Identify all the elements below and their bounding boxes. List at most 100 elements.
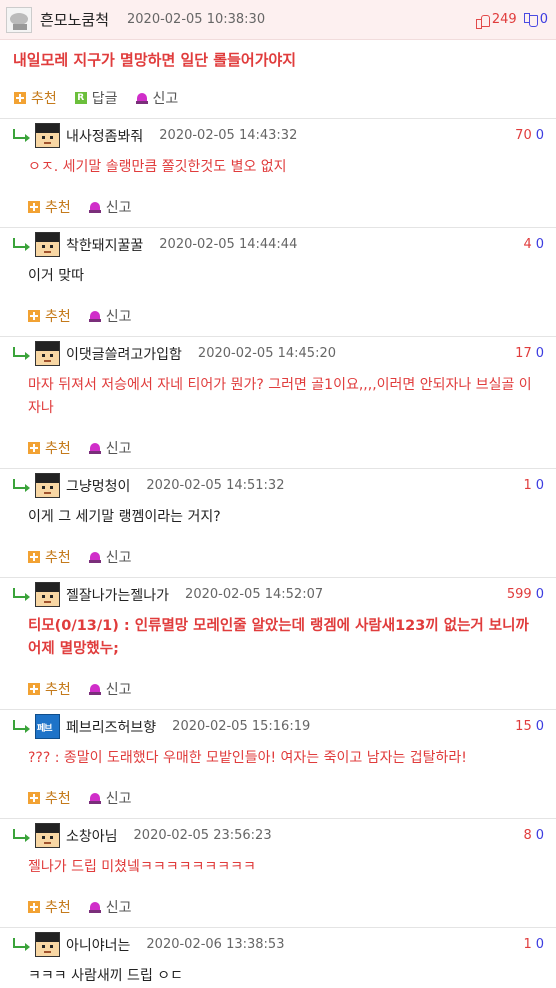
recommend-label: 추천 bbox=[31, 90, 57, 107]
avatar[interactable]: 페브 bbox=[35, 714, 60, 739]
recommend-button[interactable]: 추천 bbox=[28, 306, 71, 326]
comment-nickname[interactable]: 젤잘나가는젤나가 bbox=[66, 585, 169, 605]
comment-date: 2020-02-05 14:51:32 bbox=[146, 478, 285, 493]
downvote-count: 0 bbox=[535, 237, 544, 252]
recommend-button[interactable]: 추천 bbox=[28, 897, 71, 917]
siren-icon bbox=[88, 683, 101, 695]
comment-body: 티모(0/13/1) : 인류멸망 모레인줄 알았는데 랭겜에 사람새123끼 … bbox=[28, 618, 529, 657]
recommend-label: 추천 bbox=[45, 441, 71, 457]
recommend-label: 추천 bbox=[45, 550, 71, 566]
comment-body: 이거 맞따 bbox=[28, 268, 84, 284]
plus-icon bbox=[28, 201, 40, 213]
author-nickname[interactable]: 흔모노쿰척 bbox=[40, 9, 109, 30]
comment-nickname[interactable]: 아니야너는 bbox=[66, 935, 130, 955]
recommend-button[interactable]: 추천 bbox=[28, 197, 71, 217]
report-button[interactable]: 신고 bbox=[88, 788, 132, 808]
main-post-header: 흔모노쿰척 2020-02-05 10:38:30 249 0 bbox=[0, 0, 556, 40]
reply-arrow-icon bbox=[12, 346, 30, 361]
report-label: 신고 bbox=[105, 200, 132, 216]
post-actions: 추천 R 답글 신고 bbox=[0, 77, 556, 119]
plus-icon bbox=[28, 442, 40, 454]
report-label: 신고 bbox=[105, 682, 132, 698]
comment-list: 내사정좀봐줘 2020-02-05 14:43:32 70 0 ㅇㅈ. 세기말 솔… bbox=[0, 119, 556, 988]
comment-votes: 80 bbox=[523, 828, 544, 843]
avatar[interactable] bbox=[35, 232, 60, 257]
siren-icon bbox=[135, 91, 148, 104]
report-button[interactable]: 신고 bbox=[88, 547, 132, 567]
plus-icon bbox=[28, 792, 40, 804]
upvote-count: 4 bbox=[523, 237, 532, 252]
upvote-count: 70 bbox=[515, 128, 532, 143]
comment-votes: 17 0 bbox=[515, 346, 544, 361]
upvote-count: 249 bbox=[491, 12, 517, 27]
comment-item: 착한돼지꿀꿀 2020-02-05 14:44:44 40 이거 맞따 추천 신… bbox=[0, 228, 556, 337]
recommend-button[interactable]: 추천 bbox=[28, 438, 71, 458]
plus-icon bbox=[28, 551, 40, 563]
upvote-count: 1 bbox=[523, 478, 532, 493]
comment-item: 아니야너는 2020-02-06 13:38:53 10 ㅋㅋㅋ 사람새끼 드립… bbox=[0, 928, 556, 988]
comment-votes: 40 bbox=[523, 237, 544, 252]
comment-nickname[interactable]: 이댓글쓸려고가입함 bbox=[66, 344, 182, 364]
report-button[interactable]: 신고 bbox=[135, 88, 179, 108]
post-body: 내일모레 지구가 멸망하면 일단 롤들어가야지 bbox=[13, 51, 297, 69]
report-label: 신고 bbox=[105, 900, 132, 916]
upvote-count: 15 bbox=[515, 719, 532, 734]
plus-icon bbox=[28, 310, 40, 322]
comment-body: ㅇㅈ. 세기말 솔랭만큼 쫄깃한것도 별오 없지 bbox=[28, 159, 287, 175]
avatar[interactable] bbox=[35, 582, 60, 607]
comment-date: 2020-02-06 13:38:53 bbox=[146, 937, 285, 952]
post-votes: 249 0 bbox=[475, 12, 548, 29]
comment-nickname[interactable]: 페브리즈허브향 bbox=[66, 717, 156, 737]
main-post: 흔모노쿰척 2020-02-05 10:38:30 249 0 내일모레 지구가… bbox=[0, 0, 556, 119]
report-button[interactable]: 신고 bbox=[88, 438, 132, 458]
avatar[interactable] bbox=[35, 932, 60, 957]
downvote-count: 0 bbox=[535, 719, 544, 734]
report-button[interactable]: 신고 bbox=[88, 897, 132, 917]
comment-item: 이댓글쓸려고가입함 2020-02-05 14:45:20 17 0 마자 뒤져서… bbox=[0, 337, 556, 469]
post-date: 2020-02-05 10:38:30 bbox=[127, 12, 266, 27]
recommend-label: 추천 bbox=[45, 900, 71, 916]
reply-arrow-icon bbox=[12, 478, 30, 493]
comment-nickname[interactable]: 내사정좀봐줘 bbox=[66, 126, 143, 146]
avatar[interactable] bbox=[35, 473, 60, 498]
reply-arrow-icon bbox=[12, 237, 30, 252]
comment-item: 페브 페브리즈허브향 2020-02-05 15:16:19 15 0 ??? :… bbox=[0, 710, 556, 819]
siren-icon bbox=[88, 310, 101, 322]
avatar[interactable] bbox=[35, 341, 60, 366]
comment-body: ㅋㅋㅋ 사람새끼 드립 ㅇㄷ bbox=[28, 968, 184, 984]
comment-date: 2020-02-05 14:43:32 bbox=[159, 128, 298, 143]
reply-icon: R bbox=[74, 91, 87, 104]
comment-body: 마자 뒤져서 저승에서 자네 티어가 뭔가? 그러면 골1이요,,,,이러면 안… bbox=[28, 377, 532, 416]
recommend-label: 추천 bbox=[45, 682, 71, 698]
comment-date: 2020-02-05 14:44:44 bbox=[159, 237, 298, 252]
report-label: 신고 bbox=[152, 90, 179, 107]
recommend-button[interactable]: 추천 bbox=[28, 547, 71, 567]
avatar[interactable] bbox=[35, 123, 60, 148]
downvote-count: 0 bbox=[539, 12, 548, 27]
comment-nickname[interactable]: 소창아님 bbox=[66, 826, 118, 846]
report-button[interactable]: 신고 bbox=[88, 306, 132, 326]
report-button[interactable]: 신고 bbox=[88, 197, 132, 217]
recommend-label: 추천 bbox=[45, 200, 71, 216]
reply-arrow-icon bbox=[12, 828, 30, 843]
recommend-button[interactable]: 추천 bbox=[14, 88, 57, 108]
report-button[interactable]: 신고 bbox=[88, 679, 132, 699]
report-label: 신고 bbox=[105, 550, 132, 566]
comment-nickname[interactable]: 그냥멍청이 bbox=[66, 476, 130, 496]
recommend-button[interactable]: 추천 bbox=[28, 679, 71, 699]
recommend-button[interactable]: 추천 bbox=[28, 788, 71, 808]
comment-item: 소창아님 2020-02-05 23:56:23 80 젤나가 드립 미쳤넼ㅋㅋ… bbox=[0, 819, 556, 928]
report-label: 신고 bbox=[105, 791, 132, 807]
upvote-count: 8 bbox=[523, 828, 532, 843]
comment-body: ??? : 종말이 도래했다 우매한 모밭인들아! 여자는 죽이고 남자는 겁탈… bbox=[28, 750, 467, 766]
plus-icon bbox=[14, 91, 26, 104]
comment-nickname[interactable]: 착한돼지꿀꿀 bbox=[66, 235, 143, 255]
comment-votes: 15 0 bbox=[515, 719, 544, 734]
reply-arrow-icon bbox=[12, 719, 30, 734]
avatar[interactable] bbox=[35, 823, 60, 848]
downvote-count: 0 bbox=[535, 587, 544, 602]
reply-button[interactable]: R 답글 bbox=[74, 88, 118, 108]
siren-icon bbox=[88, 901, 101, 913]
author-avatar[interactable] bbox=[6, 6, 32, 33]
comment-votes: 10 bbox=[523, 478, 544, 493]
